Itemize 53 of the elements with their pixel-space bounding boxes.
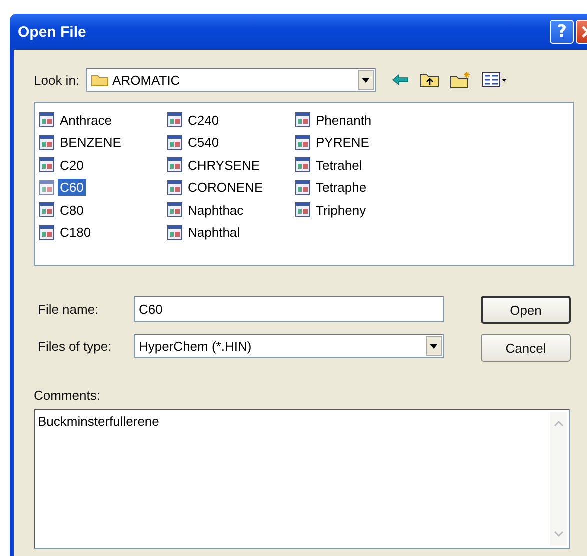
file-name-label: File name: <box>38 302 100 316</box>
document-icon <box>167 224 183 241</box>
document-icon <box>39 202 55 218</box>
file-item[interactable]: Anthrace <box>39 112 114 129</box>
document-icon <box>167 180 183 196</box>
file-item[interactable]: C80 <box>39 202 86 219</box>
comments-text: Buckminsterfullerene <box>38 414 160 429</box>
document-icon <box>295 134 311 151</box>
document-icon <box>295 202 311 218</box>
file-item[interactable]: Naphthal <box>167 224 242 242</box>
window-title: Open File <box>18 24 88 40</box>
view-menu-icon[interactable] <box>482 72 508 88</box>
file-item[interactable]: C540 <box>167 134 222 152</box>
look-in-label: Look in: <box>34 72 80 88</box>
caret-icon <box>430 344 438 348</box>
file-item[interactable]: Phenanth <box>295 112 374 129</box>
file-item[interactable]: Tetraphe <box>295 179 369 196</box>
file-item[interactable]: CHRYSENE <box>167 156 262 174</box>
comments-label: Comments: <box>34 388 102 403</box>
document-icon <box>39 224 55 241</box>
file-item[interactable]: C180 <box>39 224 94 242</box>
document-icon <box>167 202 183 218</box>
back-arrow-icon[interactable] <box>392 73 410 87</box>
file-item[interactable]: C240 <box>167 112 222 129</box>
file-item[interactable]: C20 <box>39 156 86 174</box>
cancel-button[interactable]: Cancel <box>481 334 571 362</box>
open-button[interactable]: Open <box>481 296 571 324</box>
file-item[interactable]: PYRENE <box>295 134 372 152</box>
comments-field[interactable]: Buckminsterfullerene <box>34 409 570 549</box>
document-icon <box>167 112 183 128</box>
look-in-dropdown[interactable]: AROMATIC <box>86 68 376 92</box>
file-name-field[interactable]: C60 <box>134 296 444 322</box>
document-icon <box>39 157 55 174</box>
document-icon <box>39 112 55 128</box>
document-icon <box>167 134 183 151</box>
file-item[interactable]: Tripheny <box>295 202 368 219</box>
document-icon <box>295 157 311 174</box>
file-item[interactable]: CORONENE <box>167 179 266 196</box>
folder-icon <box>90 73 109 87</box>
document-icon <box>295 180 311 196</box>
document-icon <box>39 134 55 151</box>
new-folder-icon[interactable] <box>450 71 472 89</box>
file-type-label: Files of type: <box>38 338 113 354</box>
document-icon <box>167 157 183 174</box>
caret-icon <box>362 78 370 82</box>
file-item[interactable]: BENZENE <box>39 134 124 152</box>
file-item[interactable]: Tetrahel <box>295 156 364 174</box>
document-icon <box>39 180 55 196</box>
document-icon <box>295 112 311 128</box>
help-button[interactable]: ? <box>550 20 574 44</box>
file-item[interactable]: Naphthac <box>167 202 246 219</box>
up-folder-icon[interactable] <box>420 72 440 88</box>
file-type-dropdown[interactable]: HyperChem (*.HIN) <box>134 334 444 358</box>
